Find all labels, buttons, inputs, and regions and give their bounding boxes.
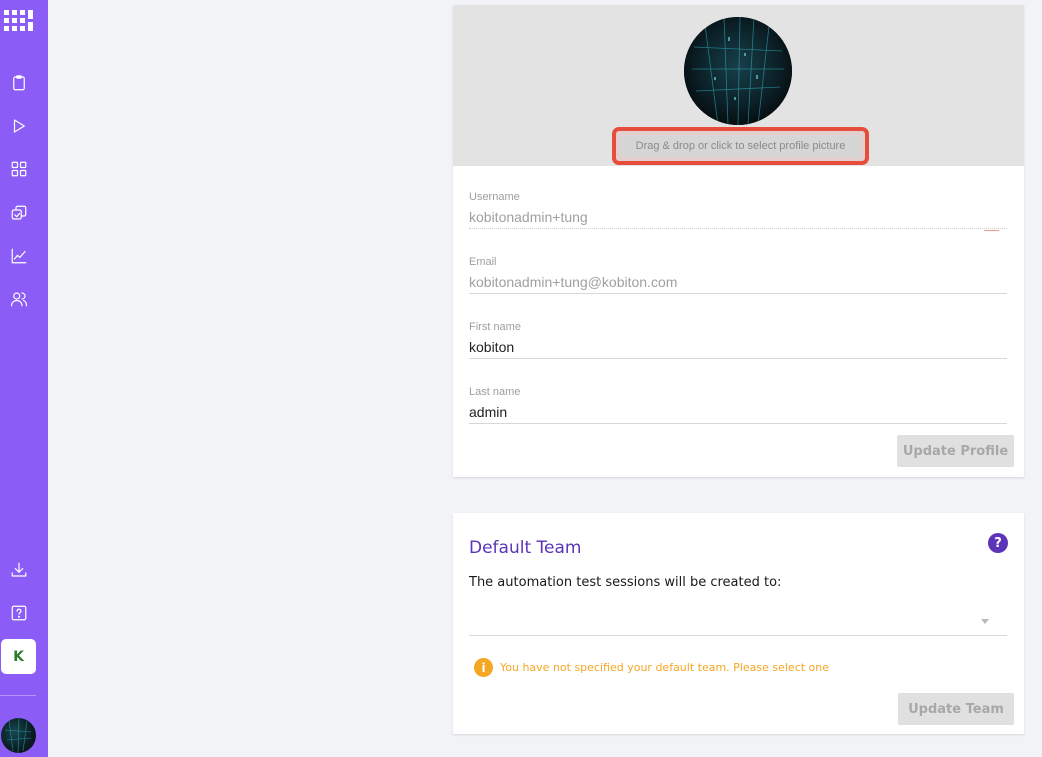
org-badge[interactable]: K: [1, 639, 36, 674]
email-input[interactable]: [469, 270, 1007, 294]
sidebar-item-analytics[interactable]: [9, 246, 29, 266]
update-profile-button[interactable]: Update Profile: [897, 435, 1014, 467]
profile-photo-area: Drag & drop or click to select profile p…: [453, 5, 1024, 166]
default-team-title: Default Team: [469, 538, 582, 558]
default-team-description: The automation test sessions will be cre…: [469, 575, 782, 590]
sidebar-item-help[interactable]: [9, 603, 29, 623]
kobiton-logo[interactable]: [4, 8, 34, 38]
help-icon: [11, 605, 27, 621]
users-icon: [10, 292, 28, 307]
warning-icon: i: [474, 658, 493, 677]
email-label: Email: [469, 256, 497, 268]
chart-icon: [11, 248, 27, 264]
profile-picture-image: [684, 17, 792, 125]
sidebar-item-download[interactable]: [9, 560, 29, 580]
profile-picture-dropzone[interactable]: Drag & drop or click to select profile p…: [612, 127, 869, 165]
validation-marker: [984, 230, 999, 231]
default-team-warning: You have not specified your default team…: [500, 661, 830, 674]
profile-card: Drag & drop or click to select profile p…: [453, 5, 1024, 477]
sidebar-divider: [0, 695, 36, 696]
default-team-card: Default Team ? The automation test sessi…: [453, 513, 1024, 734]
grid-icon: [11, 161, 27, 177]
chevron-down-icon: [981, 619, 989, 624]
avatar[interactable]: [1, 718, 36, 753]
copy-icon: [11, 205, 27, 220]
clipboard-icon: [13, 75, 25, 91]
sidebar-item-grid[interactable]: [9, 159, 29, 179]
first-name-input[interactable]: [469, 335, 1007, 359]
sidebar: K: [0, 0, 48, 757]
avatar-image: [4, 718, 32, 753]
username-input[interactable]: [469, 205, 1007, 229]
help-icon[interactable]: ?: [988, 533, 1008, 553]
first-name-label: First name: [469, 321, 521, 333]
default-team-select[interactable]: [469, 608, 1007, 636]
sidebar-item-copy[interactable]: [9, 203, 29, 223]
sidebar-item-clipboard[interactable]: [9, 73, 29, 93]
profile-picture[interactable]: [684, 17, 792, 125]
update-team-button[interactable]: Update Team: [898, 693, 1014, 725]
dropzone-label: Drag & drop or click to select profile p…: [620, 135, 861, 157]
sidebar-item-users[interactable]: [9, 289, 29, 309]
username-label: Username: [469, 191, 520, 203]
play-icon: [13, 119, 25, 133]
sidebar-item-play[interactable]: [9, 116, 29, 136]
last-name-input[interactable]: [469, 400, 1007, 424]
last-name-label: Last name: [469, 386, 521, 398]
download-icon: [11, 562, 27, 577]
